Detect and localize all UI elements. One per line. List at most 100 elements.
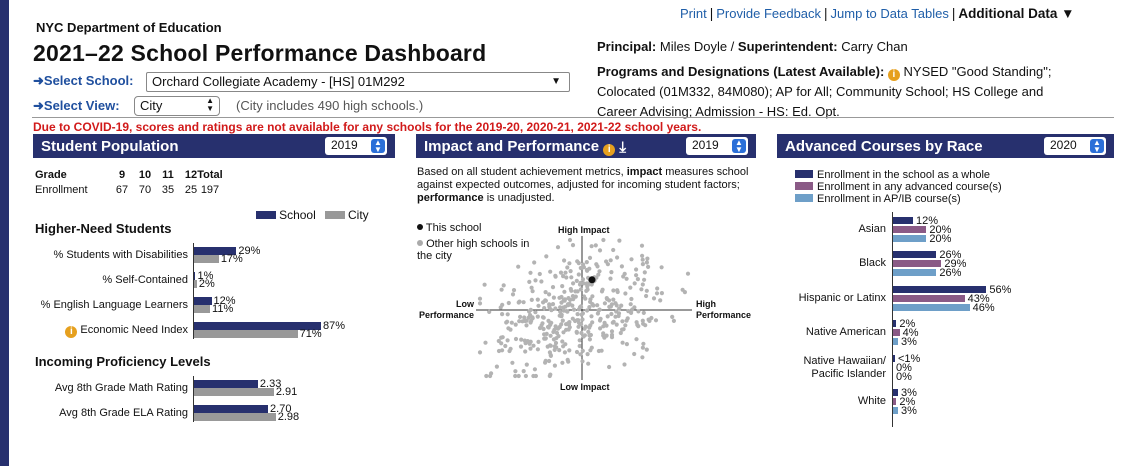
select-school-label: ➜Select School: <box>33 73 134 88</box>
jump-to-data-tables-link[interactable]: Jump to Data Tables <box>831 6 949 21</box>
other-school-point <box>552 363 557 368</box>
bar-row-label: % English Language Learners <box>20 299 188 311</box>
other-school-point <box>487 309 492 314</box>
this-school-point[interactable] <box>588 276 596 284</box>
other-school-point <box>580 311 585 316</box>
population-legend: School City <box>256 208 369 222</box>
other-school-point <box>576 324 581 329</box>
other-school-point <box>505 312 510 317</box>
other-school-point <box>645 256 650 261</box>
other-school-point <box>513 369 518 374</box>
other-school-point <box>504 320 509 325</box>
other-school-point <box>587 255 593 260</box>
year-value: 2019 <box>331 138 358 152</box>
other-school-point <box>541 326 546 332</box>
impact-year-select[interactable]: 2019 ▲ ▼ <box>686 137 748 155</box>
info-icon[interactable]: i <box>887 69 900 81</box>
city-bar-value: 2.91 <box>275 386 298 398</box>
race-bar <box>893 260 942 267</box>
programs-label: Programs and Designations (Latest Availa… <box>597 64 885 79</box>
other-school-point <box>595 303 600 308</box>
other-school-point <box>567 348 572 353</box>
download-icon[interactable]: ⤓ <box>619 140 626 155</box>
other-school-point <box>580 317 585 322</box>
view-select[interactable]: City ▲ ▼ <box>134 96 220 116</box>
stepper-arrows-icon: ▲ ▼ <box>206 96 214 113</box>
other-school-point <box>536 303 541 308</box>
nav-separator: | <box>824 6 828 21</box>
other-school-point <box>607 298 612 303</box>
other-school-point <box>551 295 556 300</box>
other-school-point <box>531 373 536 379</box>
bar-row-label-text: % Self-Contained <box>102 274 188 286</box>
other-school-point <box>543 290 548 295</box>
other-school-point <box>640 282 645 287</box>
other-school-point <box>561 305 566 310</box>
other-school-point <box>550 302 556 307</box>
race-group-label: White <box>780 395 886 408</box>
other-school-point <box>599 348 604 353</box>
other-school-point <box>509 320 514 325</box>
additional-data-menu[interactable]: Additional Data ▼ <box>958 6 1074 21</box>
other-school-point <box>644 260 649 265</box>
other-school-point <box>528 270 533 275</box>
other-school-point <box>551 337 556 342</box>
other-school-point <box>477 301 483 306</box>
other-school-point <box>611 288 616 293</box>
view-select-value: City <box>140 98 163 113</box>
other-school-point <box>537 325 543 331</box>
other-school-point <box>543 360 548 365</box>
other-school-point <box>570 303 575 308</box>
other-school-point <box>552 327 557 332</box>
other-school-point <box>588 348 593 353</box>
other-school-point <box>644 347 649 352</box>
legend-city-label: City <box>348 208 369 222</box>
other-school-point <box>640 355 645 360</box>
other-school-point <box>640 345 645 350</box>
feedback-link[interactable]: Provide Feedback <box>716 6 821 21</box>
student-population-year-select[interactable]: 2019 ▲ ▼ <box>325 137 387 155</box>
other-school-point <box>496 338 501 344</box>
other-school-point <box>517 319 522 324</box>
info-icon[interactable]: i <box>65 326 78 338</box>
covid-notice: Due to COVID-19, scores and ratings are … <box>33 120 702 134</box>
other-school-point <box>625 316 630 321</box>
info-icon[interactable]: i <box>603 144 616 156</box>
other-school-point <box>508 327 513 332</box>
race-group-label-text: Black <box>859 257 886 269</box>
other-school-point <box>576 307 582 312</box>
programs-line-2: Colocated (01M332, 84M080); AP for All; … <box>597 84 1044 99</box>
other-school-point <box>654 291 660 296</box>
other-school-point <box>597 318 603 323</box>
other-school-point <box>628 302 633 307</box>
other-school-point <box>560 360 565 365</box>
other-school-point <box>510 292 516 297</box>
advanced-year-select[interactable]: 2020 ▲ ▼ <box>1044 137 1106 155</box>
nav-separator: | <box>951 6 956 21</box>
other-school-point <box>611 297 616 302</box>
other-school-point <box>500 312 505 317</box>
race-bar <box>893 398 897 405</box>
other-school-point <box>564 275 569 280</box>
other-school-point <box>516 373 521 379</box>
print-link[interactable]: Print <box>680 6 707 21</box>
other-school-point <box>640 253 645 258</box>
other-school-point <box>581 265 586 270</box>
race-group-label: Black <box>780 257 886 270</box>
other-school-point <box>522 338 527 343</box>
select-view-label: ➜Select View: <box>33 98 120 113</box>
other-school-point <box>523 373 528 379</box>
other-school-point <box>505 338 510 343</box>
school-select[interactable]: Orchard Collegiate Academy - [HS] 01M292… <box>146 72 570 92</box>
stepper-arrows-icon: ▲ ▼ <box>371 139 385 154</box>
other-school-point <box>670 314 675 319</box>
other-school-point <box>624 342 629 347</box>
other-school-point <box>484 373 489 379</box>
other-school-point <box>567 261 572 266</box>
other-school-point <box>614 322 619 327</box>
scatter-legend-this: This school <box>417 222 482 234</box>
other-school-point <box>586 361 591 366</box>
other-school-point <box>577 343 582 349</box>
other-school-point <box>494 364 499 369</box>
other-school-point <box>570 243 576 248</box>
